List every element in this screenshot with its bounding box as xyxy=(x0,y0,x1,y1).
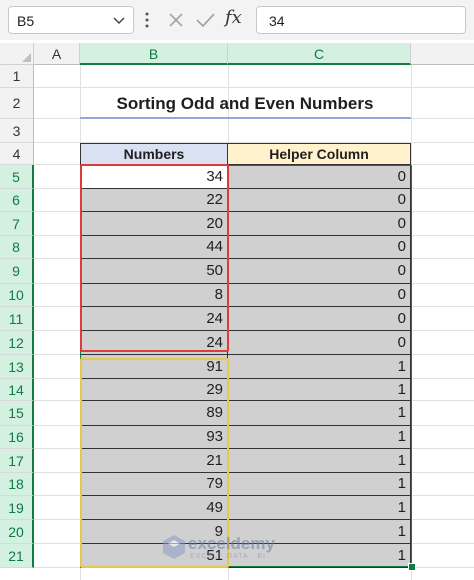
row-header-13[interactable]: 13 xyxy=(0,355,34,379)
name-box-value: B5 xyxy=(17,13,35,29)
helper-column-header[interactable]: Helper Column xyxy=(228,143,411,165)
row-header-4[interactable]: 4 xyxy=(0,143,34,165)
helper-cell[interactable]: 0 xyxy=(228,331,411,355)
formula-bar: B5 fx 34 xyxy=(0,0,474,40)
helper-cell[interactable]: 0 xyxy=(228,189,411,212)
even-numbers-highlight xyxy=(80,164,229,352)
helper-cell[interactable]: 1 xyxy=(228,473,411,496)
column-header-b[interactable]: B xyxy=(80,43,228,65)
exceldemy-logo-icon xyxy=(163,535,185,559)
cancel-icon[interactable] xyxy=(166,10,186,30)
row-header-20[interactable]: 20 xyxy=(0,520,34,544)
name-box[interactable]: B5 xyxy=(8,6,134,34)
row-header-3[interactable]: 3 xyxy=(0,119,34,143)
row-header-11[interactable]: 11 xyxy=(0,307,34,331)
row-header-1[interactable]: 1 xyxy=(0,65,34,88)
helper-cell[interactable]: 0 xyxy=(228,284,411,307)
watermark-tagline: EXCEL · DATA · BI xyxy=(190,553,266,560)
helper-cell[interactable]: 1 xyxy=(228,426,411,449)
row-header-7[interactable]: 7 xyxy=(0,212,34,236)
formula-value: 34 xyxy=(269,13,285,29)
row-header-8[interactable]: 8 xyxy=(0,236,34,259)
helper-cell[interactable]: 0 xyxy=(228,236,411,259)
column-header-d[interactable] xyxy=(411,43,474,65)
row-header-15[interactable]: 15 xyxy=(0,401,34,426)
fill-handle[interactable] xyxy=(408,563,416,571)
helper-cell[interactable]: 1 xyxy=(228,496,411,520)
select-all-corner[interactable] xyxy=(0,43,34,65)
row-header-21[interactable]: 21 xyxy=(0,544,34,568)
numbers-header[interactable]: Numbers xyxy=(80,143,228,165)
watermark-brand: exceldemy xyxy=(188,534,275,553)
exceldemy-watermark: exceldemy EXCEL · DATA · BI xyxy=(162,534,312,564)
row-header-16[interactable]: 16 xyxy=(0,426,34,449)
row-header-17[interactable]: 17 xyxy=(0,449,34,473)
row-header-12[interactable]: 12 xyxy=(0,331,34,355)
column-header-a[interactable]: A xyxy=(34,43,80,65)
insert-function-icon[interactable]: fx xyxy=(225,7,242,28)
select-all-triangle-icon xyxy=(22,53,31,62)
sheet-title: Sorting Odd and Even Numbers xyxy=(116,94,374,113)
helper-cell[interactable]: 1 xyxy=(228,379,411,401)
helper-cell[interactable]: 0 xyxy=(228,307,411,331)
more-options-icon[interactable] xyxy=(141,10,153,30)
enter-check-icon[interactable] xyxy=(194,10,216,30)
helper-cell[interactable]: 0 xyxy=(228,165,411,189)
helper-cell[interactable]: 0 xyxy=(228,212,411,236)
helper-cell[interactable]: 1 xyxy=(228,355,411,379)
helper-cell[interactable]: 1 xyxy=(228,449,411,473)
row-header-6[interactable]: 6 xyxy=(0,189,34,212)
helper-cell[interactable]: 1 xyxy=(228,401,411,426)
row-header-14[interactable]: 14 xyxy=(0,379,34,401)
row-header-19[interactable]: 19 xyxy=(0,496,34,520)
gridline xyxy=(34,87,474,88)
title-underline xyxy=(80,117,411,119)
row-header-10[interactable]: 10 xyxy=(0,284,34,307)
row-header-5[interactable]: 5 xyxy=(0,165,34,189)
row-header-9[interactable]: 9 xyxy=(0,259,34,284)
row-header-2[interactable]: 2 xyxy=(0,88,34,119)
formula-input[interactable]: 34 xyxy=(256,6,466,34)
column-header-c[interactable]: C xyxy=(228,43,411,65)
row-header-18[interactable]: 18 xyxy=(0,473,34,496)
chevron-down-icon[interactable] xyxy=(111,11,127,29)
helper-cell[interactable]: 0 xyxy=(228,259,411,284)
